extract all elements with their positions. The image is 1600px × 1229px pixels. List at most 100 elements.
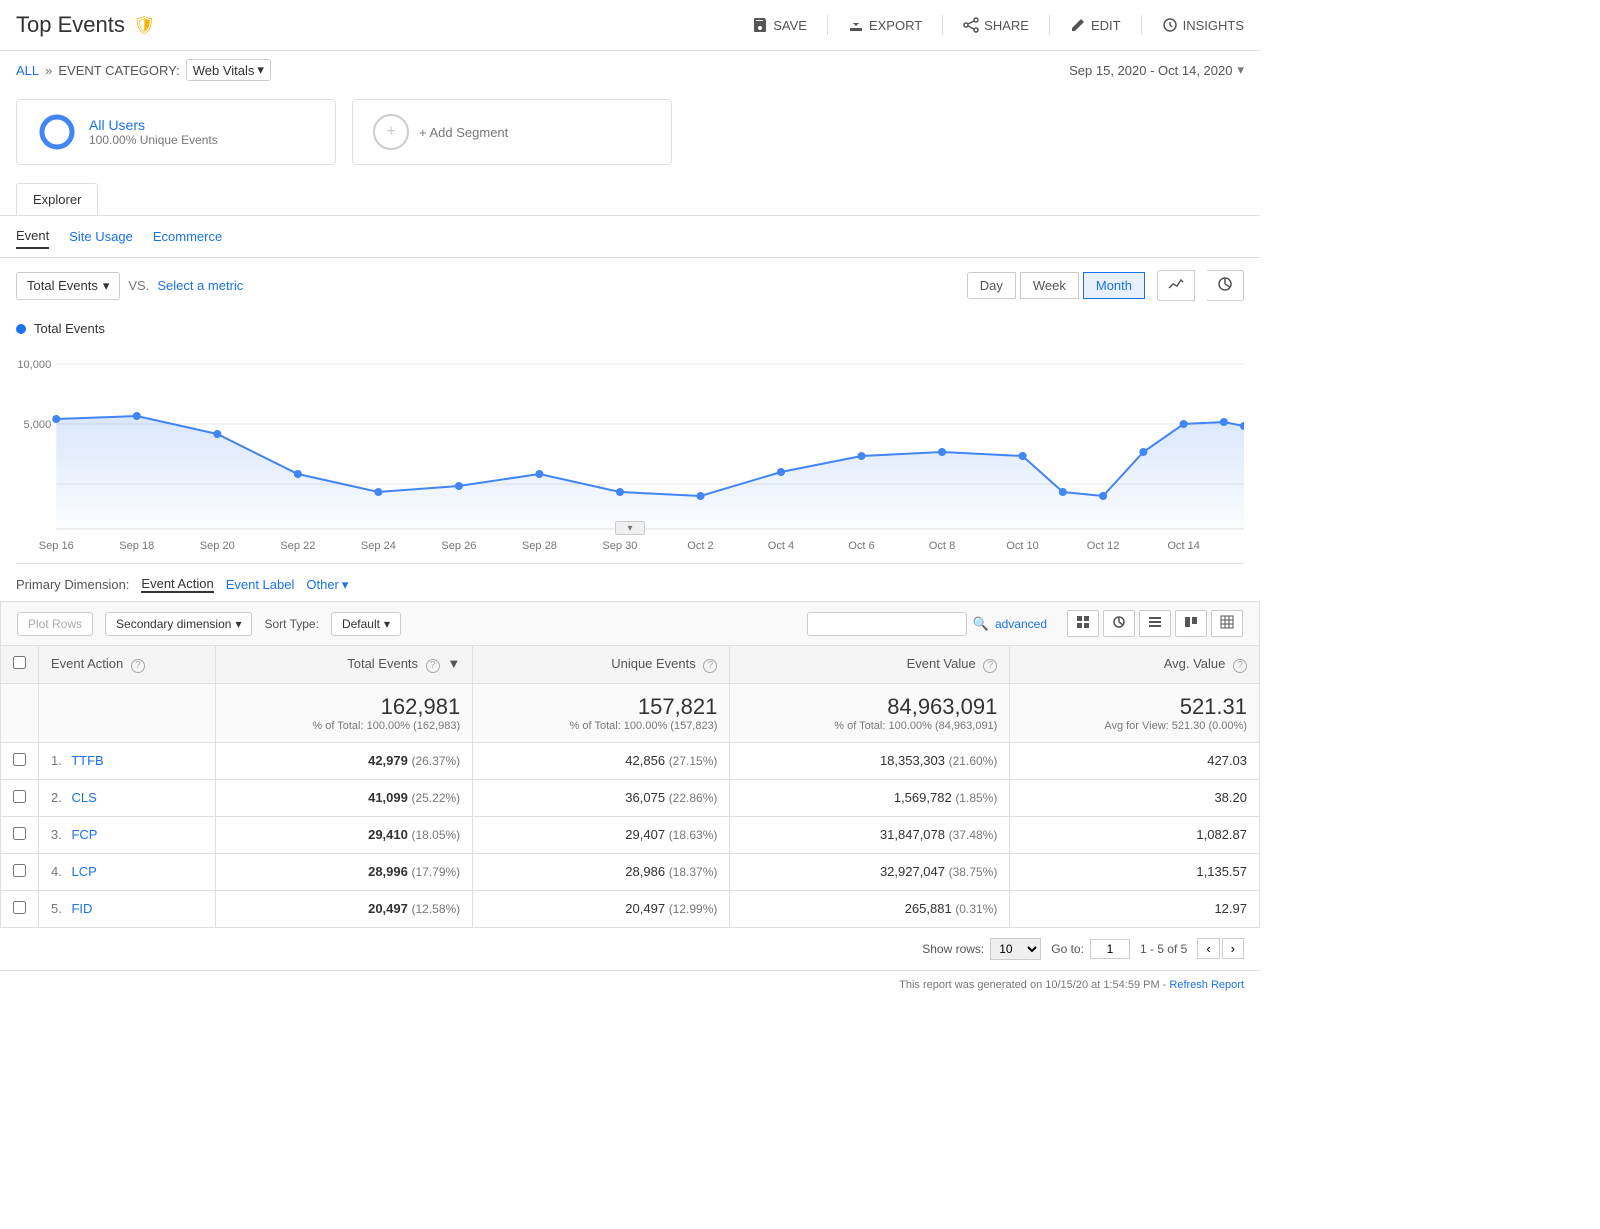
row-action-link-1[interactable]: CLS: [71, 790, 96, 805]
breadcrumb: ALL » EVENT CATEGORY: Web Vitals ▾ Sep 1…: [0, 51, 1260, 89]
pivot-view-button[interactable]: [1211, 610, 1243, 637]
row-checkbox-cell-4: [1, 890, 39, 927]
insights-button[interactable]: INSIGHTS: [1162, 17, 1244, 33]
add-segment-button[interactable]: + + Add Segment: [352, 99, 672, 165]
header-left: Top Events 🛡: [16, 12, 156, 38]
breadcrumb-category-label: EVENT CATEGORY:: [58, 63, 179, 78]
pie-view-button[interactable]: [1103, 610, 1135, 637]
chart-point: [213, 430, 221, 438]
save-button[interactable]: SAVE: [752, 17, 807, 33]
share-button[interactable]: SHARE: [963, 17, 1029, 33]
totals-row: 162,981 % of Total: 100.00% (162,983) 15…: [1, 683, 1260, 742]
search-icon[interactable]: 🔍: [973, 616, 989, 632]
chart-scroll-indicator[interactable]: ▾: [615, 521, 645, 535]
totals-action-cell: [39, 683, 216, 742]
row-unique-events-cell-1: 36,075 (22.86%): [473, 779, 730, 816]
date-range-picker[interactable]: Sep 15, 2020 - Oct 14, 2020 ▾: [1069, 62, 1244, 78]
segments-area: All Users 100.00% Unique Events + + Add …: [0, 89, 1260, 175]
col-total-events-label: Total Events: [347, 656, 418, 671]
category-dropdown[interactable]: Web Vitals ▾: [186, 59, 271, 81]
chart-legend-label: Total Events: [34, 321, 105, 336]
row-action-link-4[interactable]: FID: [71, 901, 92, 916]
col-avg-value-label: Avg. Value: [1164, 656, 1226, 671]
row-checkbox-0[interactable]: [13, 753, 26, 766]
export-label: EXPORT: [869, 18, 922, 33]
row-num-4: 5.: [51, 901, 62, 916]
col-unique-events-label: Unique Events: [611, 656, 696, 671]
list-view-button[interactable]: [1139, 610, 1171, 637]
data-table: Event Action ? Total Events ? ▼ Unique E…: [0, 645, 1260, 928]
period-week-button[interactable]: Week: [1020, 272, 1079, 299]
search-input[interactable]: [807, 612, 967, 636]
select-all-checkbox[interactable]: [13, 656, 26, 669]
dim-event-label[interactable]: Event Label: [226, 577, 295, 592]
pie-chart-type-button[interactable]: [1207, 270, 1244, 301]
edit-button[interactable]: EDIT: [1070, 17, 1121, 33]
row-action-link-3[interactable]: LCP: [71, 864, 96, 879]
dim-other-dropdown[interactable]: Other ▾: [306, 577, 348, 593]
breadcrumb-all[interactable]: ALL: [16, 63, 39, 78]
advanced-search-link[interactable]: advanced: [995, 617, 1047, 631]
chart-point: [294, 470, 302, 478]
next-page-button[interactable]: ›: [1222, 938, 1244, 959]
col-total-events-help-icon[interactable]: ?: [426, 659, 440, 673]
row-avg-value-4: 12.97: [1214, 901, 1247, 916]
svg-text:Oct 10: Oct 10: [1006, 540, 1039, 552]
active-segment: All Users 100.00% Unique Events: [16, 99, 336, 165]
sort-dropdown[interactable]: Default ▾: [331, 612, 401, 636]
row-avg-value-3: 1,135.57: [1196, 864, 1247, 879]
row-unique-pct-3: (18.37%): [669, 865, 718, 879]
totals-total-events: 162,981: [228, 694, 460, 720]
dim-other-label: Other: [306, 577, 339, 592]
rows-per-page-select[interactable]: 10 25 50 100 500: [990, 938, 1041, 960]
col-event-action-help-icon[interactable]: ?: [131, 659, 145, 673]
secondary-dimension-dropdown[interactable]: Secondary dimension ▾: [105, 612, 252, 636]
col-event-value-label: Event Value: [907, 656, 976, 671]
row-action-link-2[interactable]: FCP: [71, 827, 97, 842]
export-button[interactable]: EXPORT: [848, 17, 922, 33]
chart-point: [696, 492, 704, 500]
row-event-value-cell-3: 32,927,047 (38.75%): [730, 853, 1010, 890]
table-view-button[interactable]: [1067, 610, 1099, 637]
chart-controls-right: Day Week Month: [967, 270, 1244, 301]
period-day-button[interactable]: Day: [967, 272, 1016, 299]
col-unique-events: Unique Events ?: [473, 646, 730, 684]
totals-unique-events-pct: % of Total: 100.00% (157,823): [485, 720, 717, 732]
dim-event-action[interactable]: Event Action: [141, 576, 213, 593]
chart-point: [133, 412, 141, 420]
tab-site-usage[interactable]: Site Usage: [69, 225, 133, 248]
svg-text:Oct 8: Oct 8: [929, 540, 955, 552]
add-segment-label: + Add Segment: [419, 125, 508, 140]
row-checkbox-1[interactable]: [13, 790, 26, 803]
plot-rows-button: Plot Rows: [17, 612, 93, 636]
svg-text:Sep 20: Sep 20: [200, 540, 235, 552]
row-checkbox-3[interactable]: [13, 864, 26, 877]
tab-event[interactable]: Event: [16, 224, 49, 249]
line-chart-type-button[interactable]: [1157, 270, 1195, 301]
col-avg-value-help-icon[interactable]: ?: [1233, 659, 1247, 673]
row-action-cell-4: 5. FID: [39, 890, 216, 927]
col-event-action: Event Action ?: [39, 646, 216, 684]
period-month-button[interactable]: Month: [1083, 272, 1145, 299]
refresh-report-link[interactable]: Refresh Report: [1169, 979, 1244, 991]
view-buttons: [1067, 610, 1243, 637]
row-action-link-0[interactable]: TTFB: [71, 753, 104, 768]
metric-label: Total Events: [27, 278, 98, 293]
goto-input[interactable]: [1090, 939, 1130, 959]
col-event-value-help-icon[interactable]: ?: [983, 659, 997, 673]
tab-ecommerce[interactable]: Ecommerce: [153, 225, 222, 248]
explorer-tab-area: Explorer: [0, 175, 1260, 216]
row-checkbox-4[interactable]: [13, 901, 26, 914]
prev-page-button[interactable]: ‹: [1197, 938, 1219, 959]
row-num-3: 4.: [51, 864, 62, 879]
select-metric-link[interactable]: Select a metric: [157, 278, 243, 293]
metric-dropdown[interactable]: Total Events ▾: [16, 272, 120, 300]
row-checkbox-cell-0: [1, 742, 39, 779]
svg-text:Sep 22: Sep 22: [280, 540, 315, 552]
row-checkbox-2[interactable]: [13, 827, 26, 840]
explorer-tab[interactable]: Explorer: [16, 183, 98, 215]
col-unique-events-help-icon[interactable]: ?: [703, 659, 717, 673]
page-footer: This report was generated on 10/15/20 at…: [0, 970, 1260, 999]
pagination: Show rows: 10 25 50 100 500 Go to: 1 - 5…: [0, 928, 1260, 970]
compare-view-button[interactable]: [1175, 610, 1207, 637]
